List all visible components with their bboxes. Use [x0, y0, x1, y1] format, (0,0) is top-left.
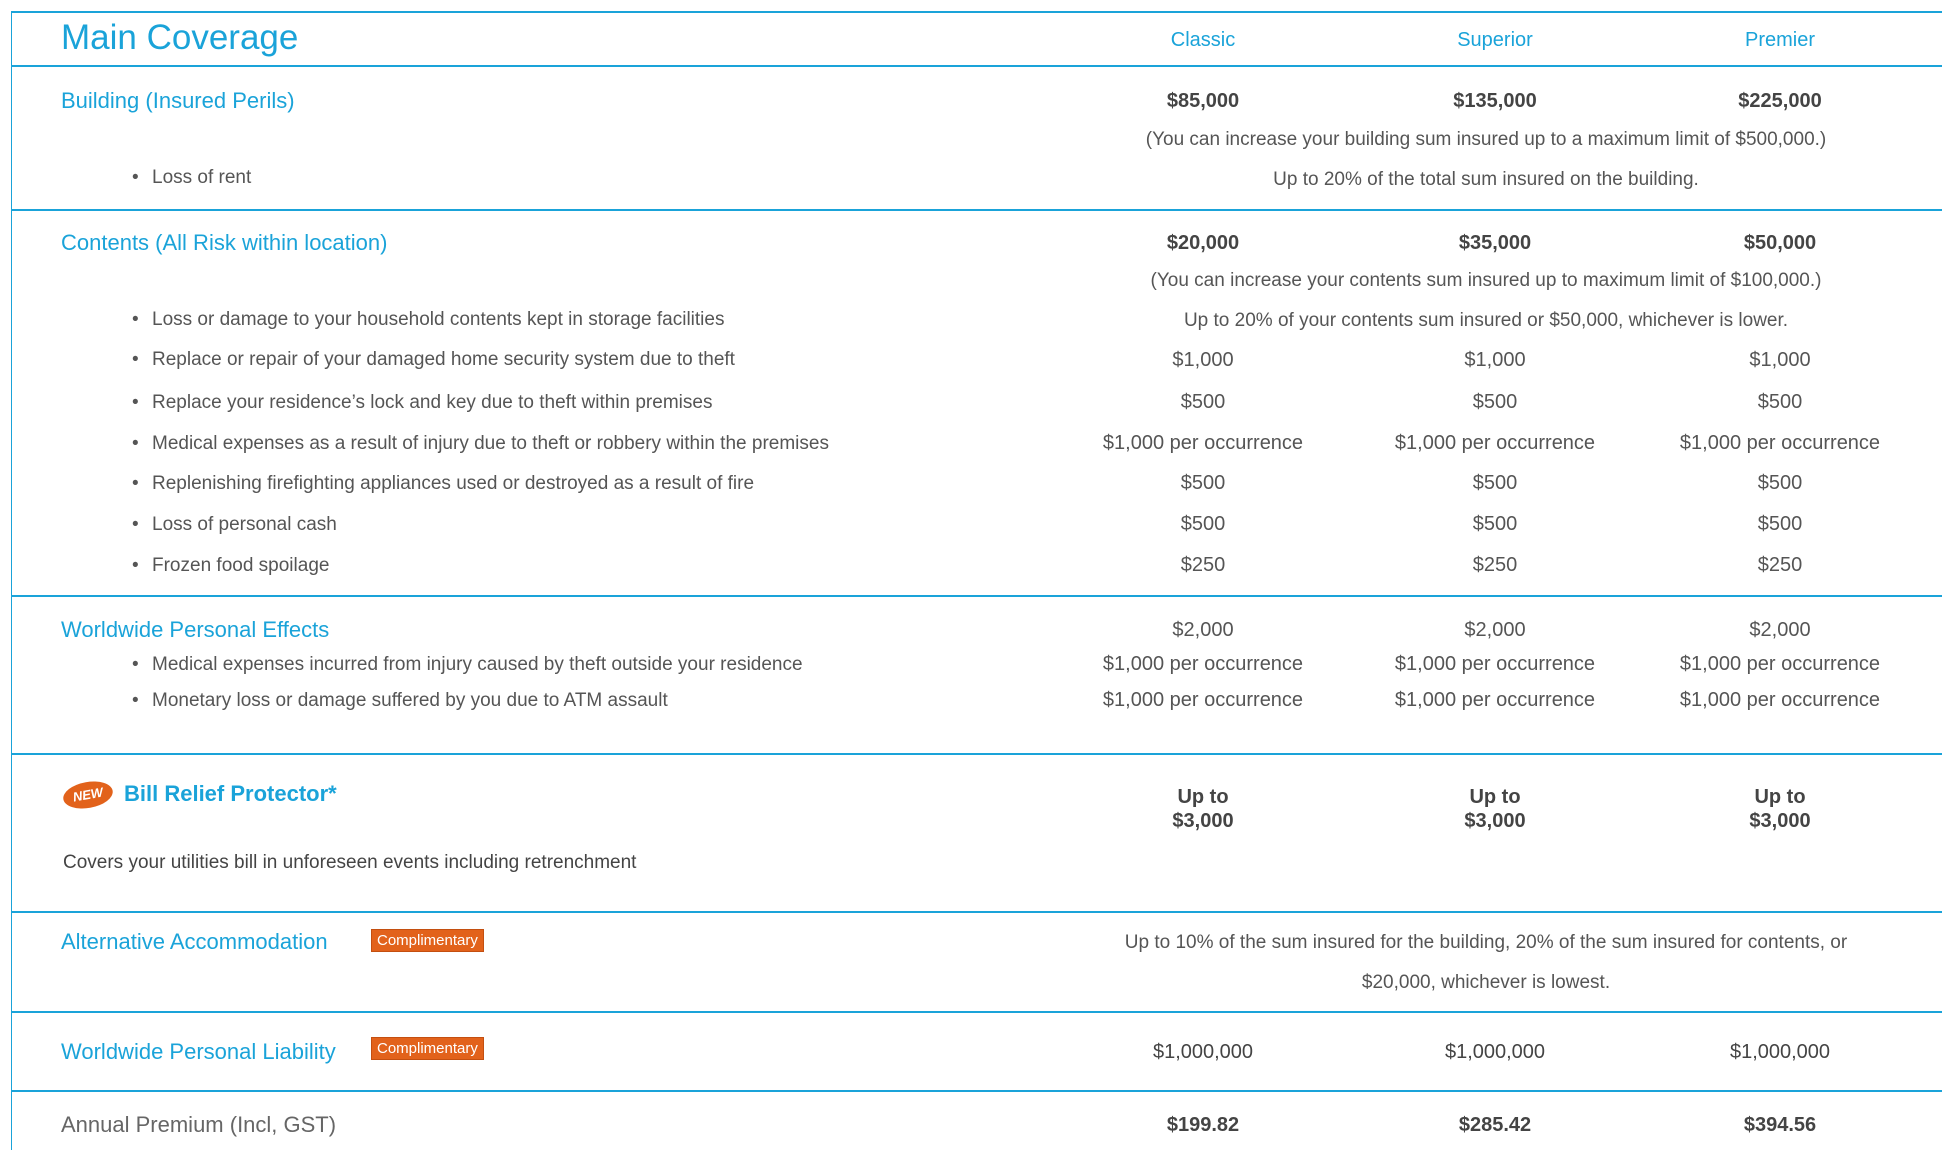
building-value-superior: $135,000 — [1453, 90, 1537, 112]
bill-relief-superior: Up to $3,000 — [1464, 785, 1525, 833]
contents-item-label: Loss of personal cash — [132, 514, 337, 536]
bill-relief-up-to: Up to — [1469, 786, 1521, 808]
section-title-contents: Contents (All Risk within location) — [61, 230, 388, 255]
contents-item-value: $500 — [1472, 472, 1518, 494]
bill-relief-up-to: Up to — [1177, 786, 1229, 808]
effects-item-value: $1,000 per occurrence — [1679, 689, 1881, 711]
contents-item-value: $1,000 — [1172, 349, 1234, 371]
bill-relief-classic: Up to $3,000 — [1172, 785, 1233, 833]
bill-relief-value: $3,000 — [1172, 810, 1234, 832]
contents-item-value: $500 — [1180, 513, 1226, 535]
liability-value-superior: $1,000,000 — [1444, 1041, 1546, 1063]
column-header-classic: Classic — [1170, 29, 1236, 51]
contents-value-premier: $50,000 — [1743, 232, 1817, 254]
effects-item-value: $1,000 per occurrence — [1394, 689, 1596, 711]
contents-item-value: $500 — [1757, 513, 1803, 535]
divider-top — [11, 11, 1942, 13]
contents-item-value: $1,000 — [1749, 349, 1811, 371]
column-header-premier: Premier — [1744, 29, 1816, 51]
effects-item-label: Medical expenses incurred from injury ca… — [132, 654, 803, 676]
alt-accommodation-value-line1: Up to 10% of the sum insured for the bui… — [1124, 932, 1848, 953]
contents-item-label: Replace or repair of your damaged home s… — [132, 349, 735, 371]
contents-note: (You can increase your contents sum insu… — [1150, 270, 1822, 291]
loss-of-rent-value: Up to 20% of the total sum insured on th… — [1273, 169, 1699, 190]
section-title-liability: Worldwide Personal Liability — [61, 1039, 336, 1064]
contents-item-label: Frozen food spoilage — [132, 555, 330, 577]
contents-item-label: Replenishing firefighting appliances use… — [132, 473, 754, 495]
bill-relief-description: Covers your utilities bill in unforeseen… — [63, 852, 637, 873]
page-title: Main Coverage — [61, 18, 299, 57]
table-left-border — [11, 11, 12, 1150]
premium-value-classic: $199.82 — [1166, 1114, 1240, 1136]
contents-item-value: $250 — [1180, 554, 1226, 576]
contents-item-value: $250 — [1757, 554, 1803, 576]
contents-value-superior: $35,000 — [1458, 232, 1532, 254]
section-title-alt-accommodation: Alternative Accommodation — [61, 929, 328, 954]
alt-accommodation-value-line2: $20,000, whichever is lowest. — [1361, 972, 1611, 993]
contents-item-value: $500 — [1180, 391, 1226, 413]
liability-value-classic: $1,000,000 — [1152, 1041, 1254, 1063]
contents-item-label: Replace your residence’s lock and key du… — [132, 392, 712, 414]
effects-value-superior: $2,000 — [1464, 619, 1526, 641]
loss-of-rent-label: Loss of rent — [132, 167, 251, 189]
effects-value-premier: $2,000 — [1749, 619, 1811, 641]
complimentary-badge: Complimentary — [371, 929, 484, 952]
contents-item-value: $250 — [1472, 554, 1518, 576]
new-badge: NEW — [61, 777, 115, 813]
section-title-building: Building (Insured Perils) — [61, 88, 295, 113]
effects-item-value: $1,000 per occurrence — [1102, 653, 1304, 675]
building-value-premier: $225,000 — [1738, 90, 1822, 112]
divider-effects — [11, 753, 1942, 755]
contents-item-value: $500 — [1472, 391, 1518, 413]
liability-value-premier: $1,000,000 — [1729, 1041, 1831, 1063]
divider-building — [11, 209, 1942, 211]
building-value-classic: $85,000 — [1166, 90, 1240, 112]
bill-relief-premier: Up to $3,000 — [1749, 785, 1810, 833]
divider-alt-accommodation — [11, 1011, 1942, 1013]
effects-item-value: $1,000 per occurrence — [1394, 653, 1596, 675]
premium-value-premier: $394.56 — [1743, 1114, 1817, 1136]
contents-item-value: $500 — [1180, 472, 1226, 494]
effects-item-label: Monetary loss or damage suffered by you … — [132, 690, 668, 712]
divider-contents — [11, 595, 1942, 597]
divider-liability — [11, 1090, 1942, 1092]
premium-title: Annual Premium (Incl, GST) — [61, 1112, 337, 1137]
premium-value-superior: $285.42 — [1458, 1114, 1532, 1136]
building-note: (You can increase your building sum insu… — [1145, 129, 1827, 150]
bill-relief-up-to: Up to — [1754, 786, 1806, 808]
storage-label: Loss or damage to your household content… — [132, 309, 724, 331]
bill-relief-value: $3,000 — [1749, 810, 1811, 832]
contents-item-label: Medical expenses as a result of injury d… — [132, 433, 829, 455]
storage-value: Up to 20% of your contents sum insured o… — [1183, 310, 1789, 331]
complimentary-badge: Complimentary — [371, 1037, 484, 1060]
divider-bill-relief — [11, 911, 1942, 913]
bill-relief-value: $3,000 — [1464, 810, 1526, 832]
effects-item-value: $1,000 per occurrence — [1102, 689, 1304, 711]
section-title-bill-relief: Bill Relief Protector* — [124, 781, 337, 806]
column-header-superior: Superior — [1457, 29, 1533, 51]
section-title-worldwide-effects: Worldwide Personal Effects — [61, 617, 330, 642]
contents-item-value: $500 — [1757, 472, 1803, 494]
contents-item-value: $500 — [1757, 391, 1803, 413]
effects-item-value: $1,000 per occurrence — [1679, 653, 1881, 675]
contents-item-value: $1,000 per occurrence — [1394, 432, 1596, 454]
contents-item-value: $1,000 per occurrence — [1102, 432, 1304, 454]
contents-item-value: $1,000 — [1464, 349, 1526, 371]
contents-item-value: $500 — [1472, 513, 1518, 535]
contents-item-value: $1,000 per occurrence — [1679, 432, 1881, 454]
effects-value-classic: $2,000 — [1172, 619, 1234, 641]
contents-value-classic: $20,000 — [1166, 232, 1240, 254]
divider-header — [11, 65, 1942, 67]
